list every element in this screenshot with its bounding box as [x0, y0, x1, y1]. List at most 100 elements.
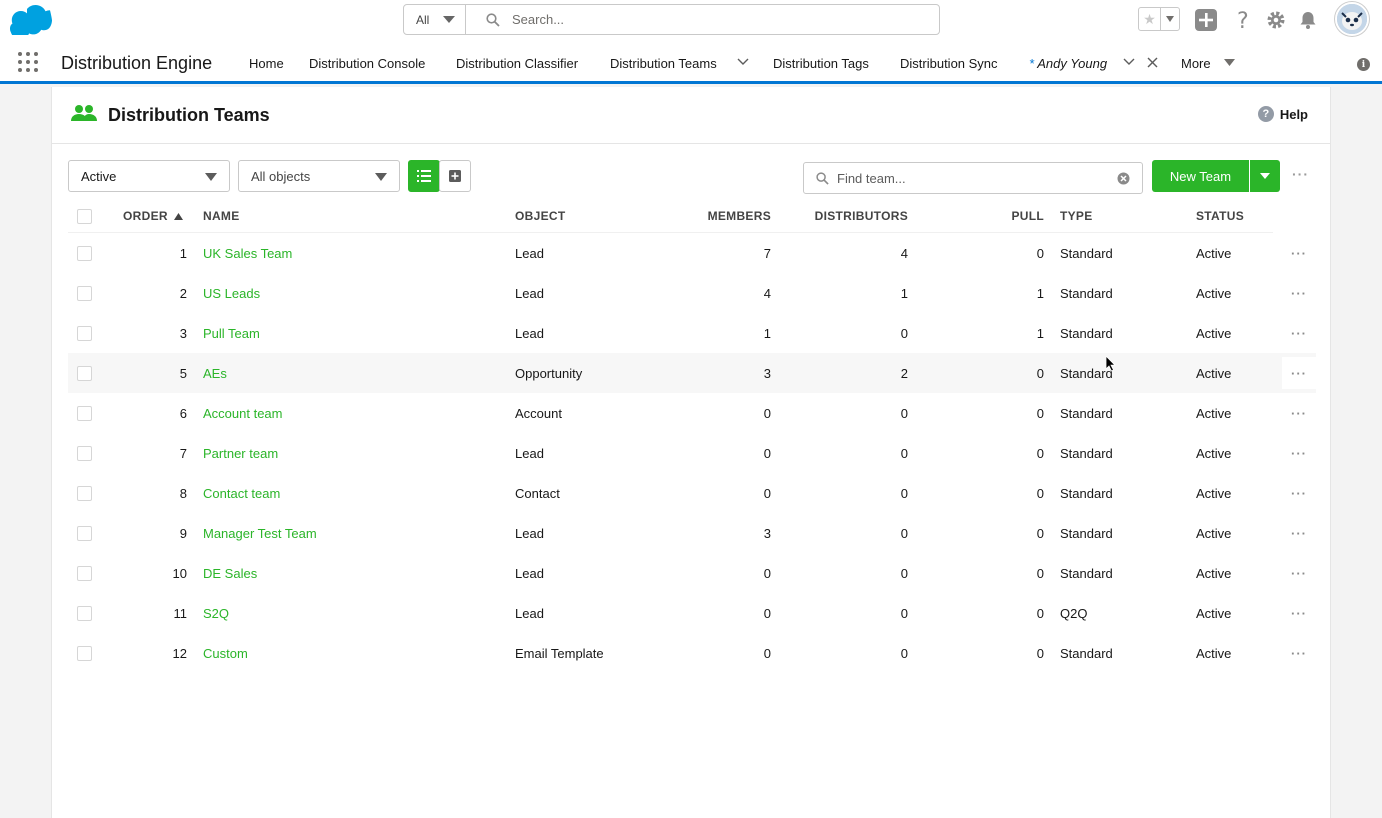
info-icon[interactable]: i	[1357, 58, 1370, 71]
column-header-order[interactable]: ORDER	[123, 209, 184, 223]
table-row[interactable]: 2 US Leads Lead 4 1 1 Standard Active ···	[68, 273, 1316, 313]
column-header-type[interactable]: TYPE	[1060, 209, 1093, 223]
nav-item-more[interactable]: More	[1181, 56, 1211, 71]
column-header-pull[interactable]: PULL	[968, 209, 1044, 223]
cell-pull: 0	[1036, 246, 1044, 261]
column-header-object[interactable]: OBJECT	[515, 209, 565, 223]
salesforce-cloud-icon[interactable]	[10, 5, 52, 40]
team-name-link[interactable]: AEs	[203, 366, 227, 381]
team-name-link[interactable]: DE Sales	[203, 566, 257, 581]
close-icon[interactable]	[1147, 57, 1158, 68]
find-team-input[interactable]: Find team...	[803, 162, 1143, 194]
column-header-name[interactable]: NAME	[203, 209, 240, 223]
bell-icon[interactable]	[1296, 8, 1320, 32]
cell-status: Active	[1196, 646, 1232, 661]
table-row[interactable]: 6 Account team Account 0 0 0 Standard Active ···	[68, 393, 1316, 433]
column-header-members[interactable]: MEMBERS	[653, 209, 771, 223]
column-header-distributors[interactable]: DISTRIBUTORS	[788, 209, 908, 223]
row-actions-icon[interactable]: ···	[1282, 637, 1316, 669]
row-checkbox[interactable]	[77, 566, 92, 581]
team-name-link[interactable]: S2Q	[203, 606, 229, 621]
nav-item-home[interactable]: Home	[249, 56, 284, 71]
cell-members: 0	[763, 606, 771, 621]
row-actions-icon[interactable]: ···	[1282, 277, 1316, 309]
row-actions-icon[interactable]: ···	[1282, 317, 1316, 349]
gear-icon[interactable]	[1264, 8, 1288, 32]
team-name-link[interactable]: Contact team	[203, 486, 280, 501]
chevron-down-icon[interactable]	[737, 58, 749, 66]
row-checkbox[interactable]	[77, 606, 92, 621]
row-actions-icon[interactable]: ···	[1282, 517, 1316, 549]
app-launcher-icon[interactable]	[18, 52, 38, 72]
search-input[interactable]: Search...	[466, 5, 939, 34]
nav-item-distribution-tags[interactable]: Distribution Tags	[773, 56, 869, 71]
status-filter-select[interactable]: Active	[68, 160, 230, 192]
row-checkbox[interactable]	[77, 486, 92, 501]
row-actions-icon[interactable]: ···	[1282, 357, 1316, 389]
more-actions-icon[interactable]: ···	[1292, 166, 1309, 182]
row-actions-icon[interactable]: ···	[1282, 397, 1316, 429]
search-scope-select[interactable]: All	[404, 5, 466, 34]
table-row[interactable]: 9 Manager Test Team Lead 3 0 0 Standard Active ·…	[68, 513, 1316, 553]
row-actions-icon[interactable]: ···	[1282, 557, 1316, 589]
row-actions-icon[interactable]: ···	[1282, 477, 1316, 509]
team-name-link[interactable]: Custom	[203, 646, 248, 661]
favorites-star-icon[interactable]: ★	[1139, 8, 1161, 30]
team-name-link[interactable]: UK Sales Team	[203, 246, 292, 261]
row-checkbox[interactable]	[77, 326, 92, 341]
row-checkbox[interactable]	[77, 406, 92, 421]
nav-tab-andy-young[interactable]: * Andy Young	[1029, 56, 1107, 71]
cell-object: Opportunity	[515, 366, 583, 381]
table-row[interactable]: 5 AEs Opportunity 3 2 0 Standard Active ···	[68, 353, 1316, 393]
nav-item-distribution-classifier[interactable]: Distribution Classifier	[456, 56, 578, 71]
team-name-link[interactable]: Pull Team	[203, 326, 260, 341]
nav-item-distribution-console[interactable]: Distribution Console	[309, 56, 425, 71]
row-actions-icon[interactable]: ···	[1282, 437, 1316, 469]
nav-item-distribution-teams[interactable]: Distribution Teams	[610, 56, 717, 71]
new-team-button[interactable]: New Team	[1152, 160, 1249, 192]
object-filter-select[interactable]: All objects	[238, 160, 400, 192]
chevron-down-icon[interactable]	[1224, 59, 1235, 67]
nav-item-distribution-sync[interactable]: Distribution Sync	[900, 56, 998, 71]
team-name-link[interactable]: US Leads	[203, 286, 260, 301]
help-link[interactable]: ? Help	[1257, 106, 1308, 122]
card-view-button[interactable]	[439, 160, 471, 192]
team-name-link[interactable]: Account team	[203, 406, 283, 421]
cell-type: Standard	[1060, 406, 1113, 421]
status-filter-value: Active	[81, 168, 117, 184]
cell-members: 0	[763, 406, 771, 421]
table-row[interactable]: 8 Contact team Contact 0 0 0 Standard Active ···	[68, 473, 1316, 513]
new-team-dropdown-button[interactable]	[1249, 160, 1280, 192]
avatar[interactable]	[1335, 2, 1369, 36]
team-name-link[interactable]: Manager Test Team	[203, 526, 317, 541]
column-header-status[interactable]: STATUS	[1196, 209, 1244, 223]
table-row[interactable]: 7 Partner team Lead 0 0 0 Standard Active ···	[68, 433, 1316, 473]
team-name-link[interactable]: Partner team	[203, 446, 278, 461]
help-label: Help	[1279, 106, 1308, 122]
table-row[interactable]: 3 Pull Team Lead 1 0 1 Standard Active ···	[68, 313, 1316, 353]
help-icon[interactable]: ?	[1232, 8, 1256, 32]
table-row[interactable]: 10 DE Sales Lead 0 0 0 Standard Active ···	[68, 553, 1316, 593]
table-row[interactable]: 12 Custom Email Template 0 0 0 Standard Active ·…	[68, 633, 1316, 673]
cell-distributors: 0	[900, 326, 908, 341]
row-actions-icon[interactable]: ···	[1282, 237, 1316, 269]
row-checkbox[interactable]	[77, 526, 92, 541]
row-checkbox[interactable]	[77, 246, 92, 261]
row-checkbox[interactable]	[77, 646, 92, 661]
cell-order: 10	[172, 566, 187, 581]
cell-members: 0	[763, 486, 771, 501]
row-actions-icon[interactable]: ···	[1282, 597, 1316, 629]
clear-icon[interactable]	[1117, 172, 1130, 185]
add-icon[interactable]	[1194, 8, 1218, 32]
chevron-down-icon[interactable]	[1123, 58, 1135, 66]
row-checkbox[interactable]	[77, 286, 92, 301]
list-view-button[interactable]	[408, 160, 440, 192]
row-checkbox[interactable]	[77, 446, 92, 461]
table-row[interactable]: 1 UK Sales Team Lead 7 4 0 Standard Active ···	[68, 233, 1316, 273]
cell-order: 7	[179, 446, 187, 461]
select-all-checkbox[interactable]	[77, 209, 92, 224]
row-checkbox[interactable]	[77, 366, 92, 381]
favorites-dropdown[interactable]	[1161, 8, 1179, 30]
table-row[interactable]: 11 S2Q Lead 0 0 0 Q2Q Active ···	[68, 593, 1316, 633]
cell-status: Active	[1196, 246, 1232, 261]
